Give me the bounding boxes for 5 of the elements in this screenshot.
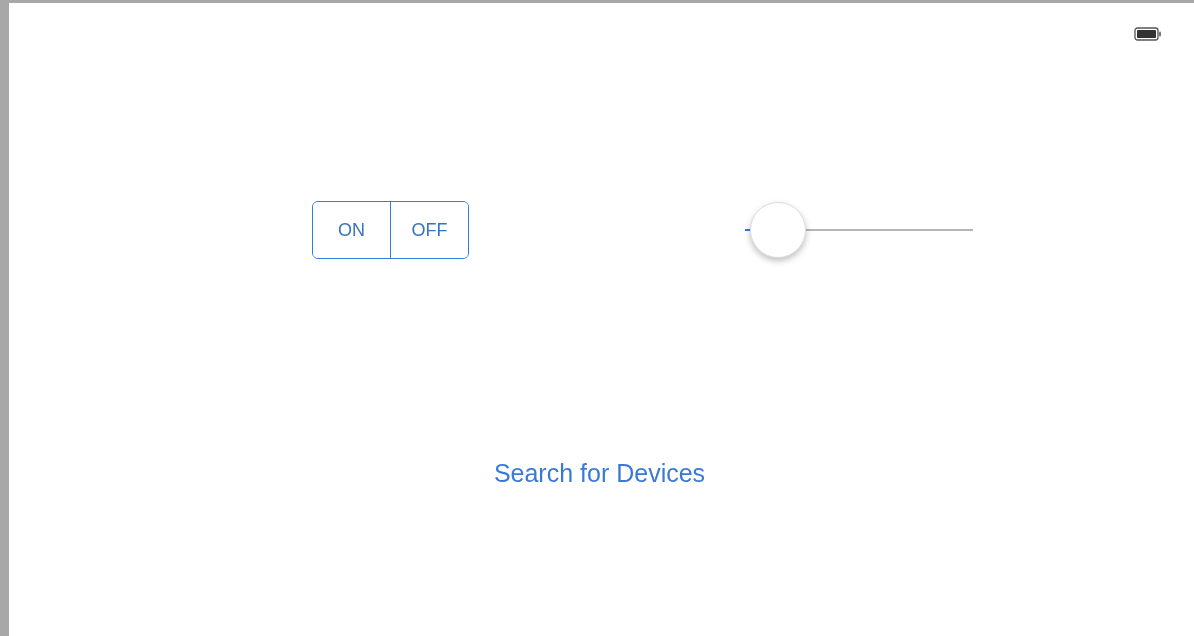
search-devices-button[interactable]: Search for Devices: [493, 455, 706, 493]
battery-icon: [1134, 27, 1162, 41]
slider-thumb[interactable]: [750, 202, 806, 258]
slider[interactable]: [745, 201, 973, 259]
segment[interactable]: OFF: [390, 202, 468, 258]
